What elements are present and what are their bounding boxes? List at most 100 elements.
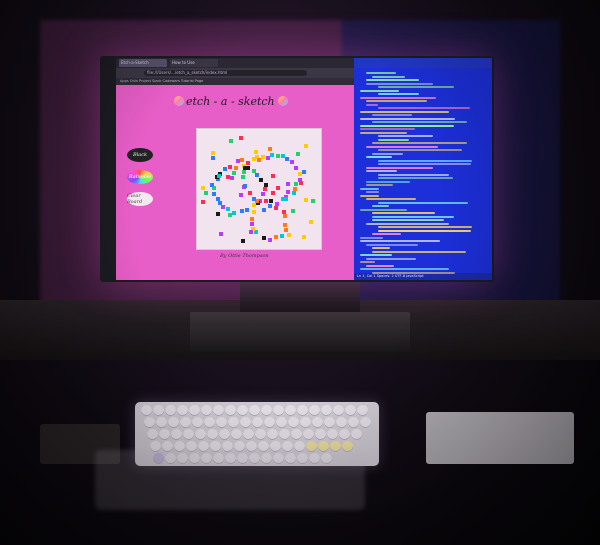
browser-tab-2[interactable]: How to Use [170,59,218,67]
sketch-pixel [252,203,256,207]
code-line [360,89,399,92]
sketch-pixel [240,158,244,162]
sketch-pixel [239,193,243,197]
keycap [165,405,176,416]
keycap [264,417,275,428]
code-line [366,103,379,106]
sketch-pixel [268,204,272,208]
sketch-pixel [216,212,220,216]
sketch-pixel [252,210,256,214]
sketch-pixel [250,217,254,221]
keycap [309,405,320,416]
sketch-pixel [304,198,308,202]
code-line [378,159,473,162]
bookmarks-bar[interactable]: Apps Odin Project Slack Codewars Tutoria… [116,78,358,85]
code-line [360,117,456,120]
sketch-pixel [283,223,287,227]
code-line [372,233,402,235]
code-line [366,184,393,186]
code-line [378,173,450,176]
clear-board-button[interactable]: Clear Board [127,192,153,206]
sketch-pixel [254,150,258,154]
ghost-keyboard [95,450,365,510]
sketch-grid[interactable] [196,128,322,250]
sketch-pixel [211,151,215,155]
sketch-pixel [290,160,294,164]
sketch-pixel [241,239,245,243]
sketch-pixel [204,191,208,195]
sketch-pixel [284,197,288,201]
browser-tab-1[interactable]: Etch-a-Sketch [119,59,167,67]
keycap [348,417,359,428]
sketch-pixel [269,199,273,203]
keycap [315,429,326,440]
keycap [240,417,251,428]
keycap [297,405,308,416]
keycap [204,417,215,428]
sketch-pixel [302,170,306,174]
sketch-pixel [232,211,236,215]
url-input[interactable]: file:///Users/.../etch_a_sketch/index.ht… [144,70,307,76]
code-line [372,121,467,123]
code-line [378,107,471,109]
keycap [231,429,242,440]
sketch-pixel [212,192,216,196]
keycap [324,417,335,428]
sketch-pixel [229,139,233,143]
sketch-pixel [296,152,300,156]
sketch-pixel [219,232,223,236]
palette-emoji-icon [174,96,184,106]
sketch-pixel [294,166,298,170]
sketch-pixel [230,176,234,180]
code-line [372,219,444,221]
sketch-pixel [270,153,274,157]
sketch-pixel [271,191,275,195]
keycap [147,429,158,440]
sketch-pixel [268,238,272,242]
keycap [177,405,188,416]
sketch-pixel [228,213,232,217]
sketch-pixel [292,191,296,195]
trackpad [426,412,574,464]
code-line [372,152,403,155]
code-line [372,205,390,207]
keycap [291,429,302,440]
keycap [168,417,179,428]
code-line [378,177,453,179]
monitor: Etch-a-Sketch How to Use file:///Users/.… [100,56,494,282]
code-line [372,212,435,214]
keycap [255,429,266,440]
sketch-pixel [257,158,261,162]
editor-status-bar: Ln 1, Col 1 Spaces: 2 UTF-8 JavaScript [354,273,492,280]
keycap [276,417,287,428]
sketch-pixel [234,166,238,170]
sketch-pixel [249,230,253,234]
black-button[interactable]: Black [127,148,153,162]
keycap [336,417,347,428]
code-line [366,79,420,81]
code-line [366,180,410,183]
keycap [345,405,356,416]
keycap [171,429,182,440]
sketch-pixel [255,173,259,177]
keycap [267,429,278,440]
keycap [141,405,152,416]
sketch-pixel [286,182,290,186]
page-title: etch - a - sketch [186,95,275,108]
keycap [201,405,212,416]
sketch-pixel [243,166,247,170]
sketch-pixel [228,165,232,169]
sketch-pixel [271,174,275,178]
sketch-pixel [266,156,270,160]
code-line [372,247,391,249]
keycap [339,429,350,440]
rainbow-button[interactable]: Rainbow [127,170,153,184]
sketch-pixel [239,136,243,140]
sketch-pixel [287,233,291,237]
code-line [378,149,463,151]
sketch-pixel [250,222,254,226]
sketch-pixel [262,208,266,212]
sketch-pixel [261,155,265,159]
keycap [273,405,284,416]
code-line [360,261,376,263]
